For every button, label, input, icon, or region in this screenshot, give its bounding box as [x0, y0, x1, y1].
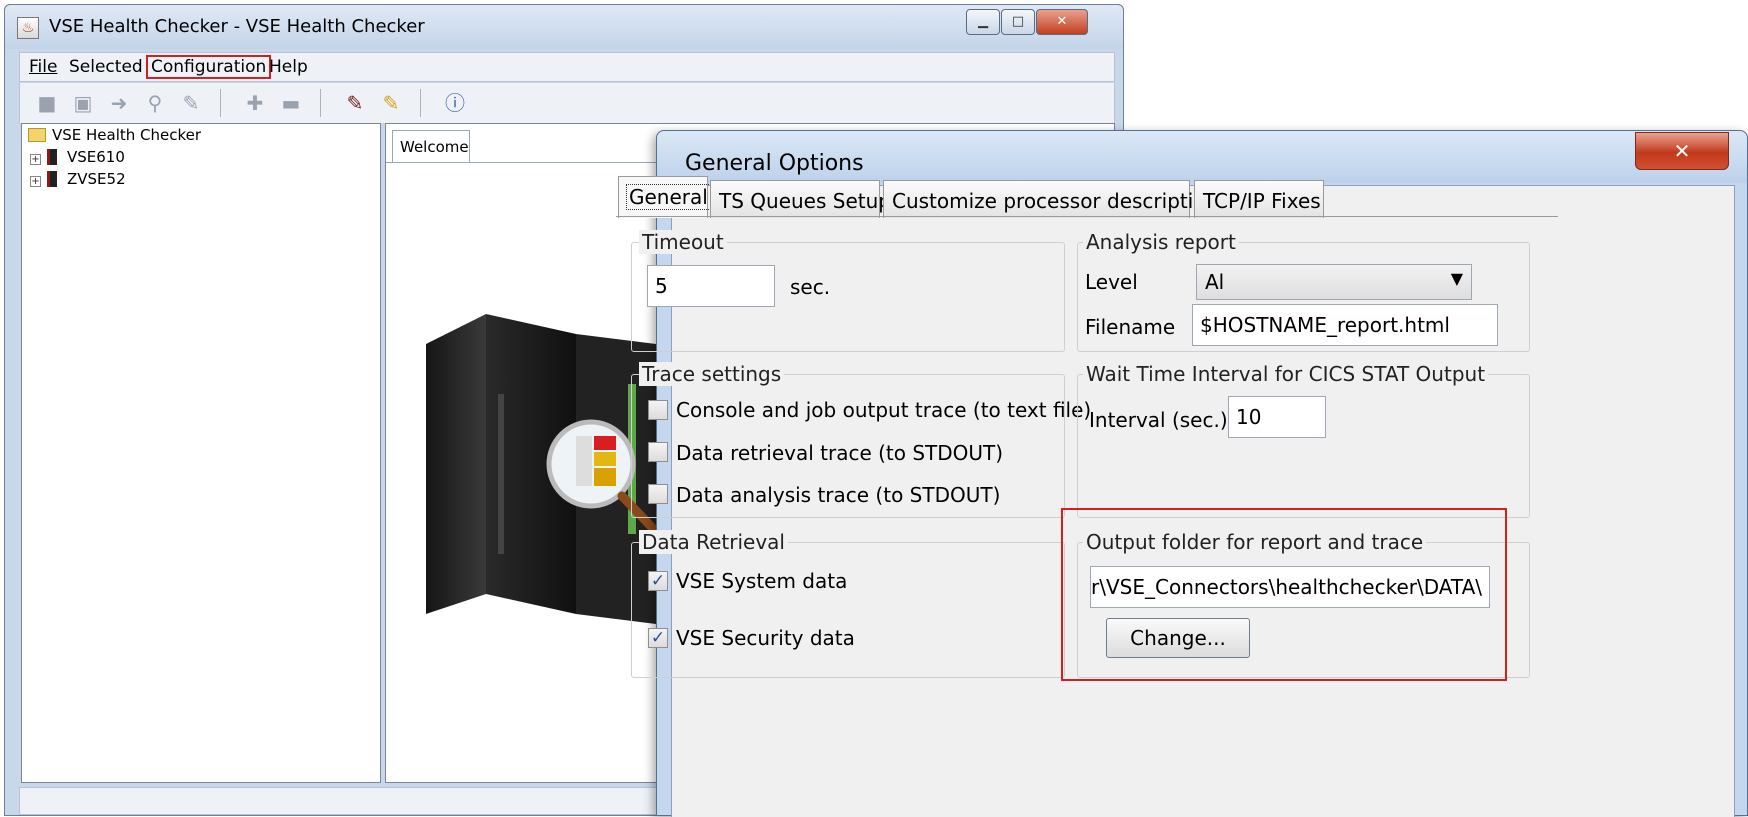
tree-item-vse610[interactable]: + VSE610: [30, 148, 125, 166]
level-label: Level: [1085, 270, 1138, 294]
timeout-input[interactable]: 5: [647, 265, 775, 307]
menu-file-label: File: [29, 57, 58, 77]
tree-item-zvse52[interactable]: + ZVSE52: [30, 170, 126, 188]
tab-general[interactable]: General: [618, 176, 711, 218]
menu-configuration[interactable]: Configuration: [145, 55, 272, 79]
help-icon[interactable]: ⓘ: [442, 90, 468, 116]
save-icon[interactable]: ▣: [70, 90, 96, 116]
toolbar-separator: [220, 89, 221, 117]
timeout-group-title: Timeout: [639, 230, 727, 254]
mainframe-image: [426, 314, 666, 624]
system-tree: VSE Health Checker + VSE610 + ZVSE52: [21, 123, 381, 783]
tree-root[interactable]: VSE Health Checker: [28, 126, 201, 144]
menu-configuration-label: Configuration: [151, 57, 267, 77]
analysis-trace-label: Data analysis trace (to STDOUT): [676, 483, 1001, 507]
edit-note-icon[interactable]: ✎: [378, 90, 404, 116]
interval-input[interactable]: 10: [1228, 396, 1326, 438]
tab-tcpip-fixes[interactable]: TCP/IP Fixes: [1194, 180, 1324, 218]
menu-selected[interactable]: Selected: [66, 57, 146, 77]
trace-settings-group-title: Trace settings: [639, 362, 785, 386]
filename-input[interactable]: $HOSTNAME_report.html: [1192, 304, 1498, 346]
tab-panel-border: [616, 216, 1558, 217]
tab-ts-queues-setup[interactable]: TS Queues Setup: [710, 180, 891, 218]
level-select-value: Al: [1205, 270, 1225, 294]
security-data-checkbox[interactable]: ✓: [648, 628, 668, 648]
menu-help-label: Help: [269, 57, 308, 77]
dialog-titlebar: General Options ✕: [657, 131, 1747, 183]
main-titlebar: ♨ VSE Health Checker - VSE Health Checke…: [5, 5, 1123, 49]
tab-customize-processor-descriptions[interactable]: Customize processor descriptions: [883, 180, 1229, 218]
filename-label: Filename: [1085, 315, 1176, 339]
edit-icon[interactable]: ✎: [178, 90, 204, 116]
menu-help[interactable]: Help: [266, 57, 311, 77]
retrieval-trace-checkbox[interactable]: [648, 442, 668, 462]
system-data-checkbox[interactable]: ✓: [648, 571, 668, 591]
analysis-report-group-title: Analysis report: [1083, 230, 1239, 254]
server-icon: [47, 171, 57, 187]
tree-root-label: VSE Health Checker: [52, 126, 202, 144]
analysis-trace-checkbox[interactable]: [648, 484, 668, 504]
dialog-close-button[interactable]: ✕: [1635, 132, 1729, 170]
plus-icon[interactable]: ✚: [242, 90, 268, 116]
dropdown-arrow-icon: ▼: [1450, 269, 1463, 288]
interval-label: Interval (sec.): [1089, 408, 1228, 432]
minimize-button[interactable]: ▁: [966, 9, 1000, 35]
output-folder-path: \ser\VSE_Connectors\healthchecker\DATA\: [1090, 575, 1482, 599]
output-folder-group-title: Output folder for report and trace: [1083, 530, 1427, 554]
change-folder-button[interactable]: Change...: [1106, 618, 1250, 658]
tree-item-label: ZVSE52: [67, 170, 126, 188]
tab-general-label: General: [626, 184, 711, 210]
folder-icon: [28, 128, 46, 142]
search-icon[interactable]: ⚲: [142, 90, 168, 116]
console-trace-checkbox[interactable]: [648, 400, 668, 420]
java-app-icon: ♨: [17, 17, 39, 39]
minus-icon[interactable]: ▬: [278, 90, 304, 116]
wait-time-group-title: Wait Time Interval for CICS STAT Output: [1083, 362, 1489, 386]
dialog-title: General Options: [685, 151, 864, 176]
level-select[interactable]: Al ▼: [1196, 264, 1472, 300]
expand-icon[interactable]: +: [30, 154, 41, 165]
data-retrieval-group: [631, 542, 1065, 678]
open-folder-icon[interactable]: ■: [34, 90, 60, 116]
console-trace-label: Console and job output trace (to text fi…: [676, 398, 1092, 422]
menu-bar: File Selected Configuration Help: [19, 52, 1115, 82]
expand-icon[interactable]: +: [30, 176, 41, 187]
server-icon: [47, 149, 57, 165]
system-data-label: VSE System data: [676, 569, 848, 593]
retrieval-trace-label: Data retrieval trace (to STDOUT): [676, 441, 1004, 465]
toolbar-separator: [320, 89, 321, 117]
menu-selected-label: Selected: [69, 57, 143, 77]
go-arrow-icon[interactable]: ➜: [106, 90, 132, 116]
output-folder-input[interactable]: \ser\VSE_Connectors\healthchecker\DATA\: [1090, 566, 1490, 608]
toolbar: ■ ▣ ➜ ⚲ ✎ ✚ ▬ ✎ ✎ ⓘ: [19, 83, 1115, 123]
data-retrieval-group-title: Data Retrieval: [639, 530, 788, 554]
tab-welcome[interactable]: Welcome: [392, 130, 470, 162]
close-button[interactable]: ✕: [1036, 9, 1088, 35]
toolbar-separator: [420, 89, 421, 117]
main-window-title: VSE Health Checker - VSE Health Checker: [49, 16, 425, 37]
security-data-label: VSE Security data: [676, 626, 855, 650]
tree-item-label: VSE610: [67, 148, 125, 166]
timeout-unit-label: sec.: [790, 275, 831, 299]
maximize-button[interactable]: □: [1001, 9, 1035, 35]
menu-file[interactable]: File: [26, 57, 60, 77]
edit-config-icon[interactable]: ✎: [342, 90, 368, 116]
